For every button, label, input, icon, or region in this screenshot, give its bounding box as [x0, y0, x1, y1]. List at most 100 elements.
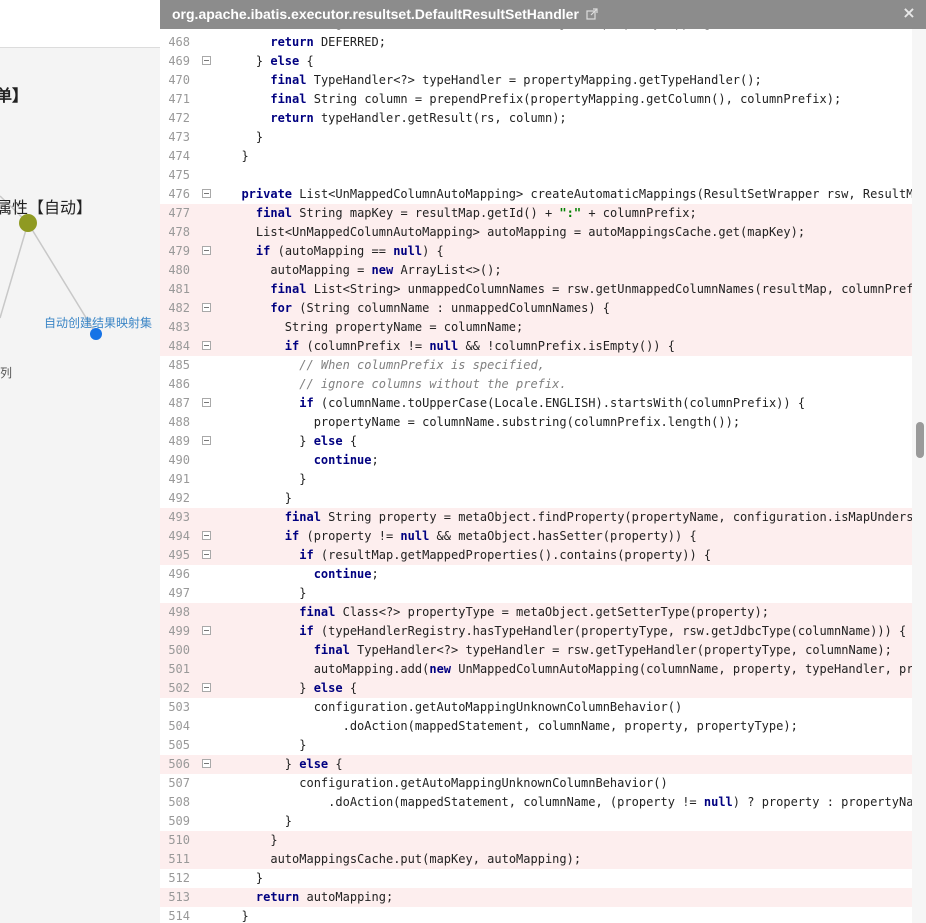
vertical-scrollbar[interactable] — [912, 29, 926, 923]
fold-toggle-icon[interactable] — [202, 550, 211, 559]
code-line[interactable]: 479 if (autoMapping == null) { — [160, 242, 912, 261]
code-line[interactable]: 510 } — [160, 831, 912, 850]
fold-toggle-icon[interactable] — [202, 626, 211, 635]
line-number: 506 — [168, 757, 190, 771]
fold-toggle-icon[interactable] — [202, 303, 211, 312]
code-line[interactable]: 494 if (property != null && metaObject.h… — [160, 527, 912, 546]
mindmap-connectors — [0, 195, 102, 340]
code-text: } else { — [227, 681, 358, 695]
mindmap-child-label[interactable]: 自动创建结果映射集 — [44, 314, 152, 331]
code-line[interactable]: 487 if (columnName.toUpperCase(Locale.EN… — [160, 394, 912, 413]
code-line[interactable]: 488 propertyName = columnName.substring(… — [160, 413, 912, 432]
code-line[interactable]: 503 configuration.getAutoMappingUnknownC… — [160, 698, 912, 717]
code-line[interactable]: 472 return typeHandler.getResult(rs, col… — [160, 109, 912, 128]
code-text: configuration.getAutoMappingUnknownColum… — [313, 700, 683, 714]
code-line[interactable]: 481 final List<String> unmappedColumnNam… — [160, 280, 926, 299]
line-number: 490 — [168, 453, 190, 467]
code-line[interactable]: 497 } — [160, 584, 912, 603]
line-number: 507 — [168, 776, 190, 790]
code-line[interactable]: 474 } — [160, 147, 912, 166]
code-line[interactable]: 514 } — [160, 907, 912, 923]
code-line[interactable]: 486 // ignore columns without the prefix… — [160, 375, 912, 394]
code-line[interactable]: 483 String propertyName = columnName; — [160, 318, 912, 337]
line-number: 505 — [168, 738, 190, 752]
code-line[interactable]: 495 if (resultMap.getMappedProperties().… — [160, 546, 912, 565]
code-text: return DEFERRED; — [270, 35, 386, 49]
line-number: 503 — [168, 700, 190, 714]
code-line[interactable]: 475 — [160, 166, 912, 185]
line-number: 512 — [168, 871, 190, 885]
code-line[interactable]: 496 continue; — [160, 565, 912, 584]
code-line[interactable]: 471 final String column = prependPrefix(… — [160, 90, 912, 109]
fold-toggle-icon[interactable] — [202, 189, 211, 198]
code-line[interactable]: 489 } else { — [160, 432, 912, 451]
line-number: 493 — [168, 510, 190, 524]
code-line[interactable]: 473 } — [160, 128, 912, 147]
code-text: if (typeHandlerRegistry.hasTypeHandler(p… — [299, 624, 907, 638]
mindmap-bottom-label[interactable]: 列 — [0, 364, 12, 381]
code-text: if (property != null && metaObject.hasSe… — [284, 529, 697, 543]
code-text: // ignore columns without the prefix. — [299, 377, 567, 391]
fold-toggle-icon[interactable] — [202, 683, 211, 692]
mindmap-top-label[interactable]: 单】 — [0, 82, 28, 106]
code-lines: 467 addPendingChildRelation(rs, metaResu… — [160, 29, 926, 923]
code-line[interactable]: 509 } — [160, 812, 912, 831]
code-text: } else { — [227, 54, 314, 68]
code-line[interactable]: 507 configuration.getAutoMappingUnknownC… — [160, 774, 912, 793]
code-text: if (resultMap.getMappedProperties().cont… — [299, 548, 712, 562]
code-line[interactable]: 469 } else { — [160, 52, 912, 71]
line-number: 489 — [168, 434, 190, 448]
code-text: continue; — [313, 567, 379, 581]
code-line[interactable]: 477 final String mapKey = resultMap.getI… — [160, 204, 912, 223]
code-line[interactable]: 505 } — [160, 736, 912, 755]
code-line[interactable]: 498 final Class<?> propertyType = metaOb… — [160, 603, 912, 622]
code-line[interactable]: 501 autoMapping.add(new UnMappedColumnAu… — [160, 660, 926, 679]
line-number: 508 — [168, 795, 190, 809]
code-line[interactable]: 491 } — [160, 470, 912, 489]
code-line[interactable]: 504 .doAction(mappedStatement, columnNam… — [160, 717, 912, 736]
code-viewer[interactable]: 467 addPendingChildRelation(rs, metaResu… — [160, 29, 926, 923]
code-text: .doAction(mappedStatement, columnName, (… — [227, 795, 926, 809]
external-link-icon[interactable] — [586, 8, 598, 20]
code-line[interactable]: 484 if (columnPrefix != null && !columnP… — [160, 337, 912, 356]
fold-toggle-icon[interactable] — [202, 341, 211, 350]
code-text: } — [227, 149, 249, 163]
line-number: 487 — [168, 396, 190, 410]
fold-toggle-icon[interactable] — [202, 56, 211, 65]
fold-toggle-icon[interactable] — [202, 246, 211, 255]
code-line[interactable]: 500 final TypeHandler<?> typeHandler = r… — [160, 641, 912, 660]
code-line[interactable]: 508 .doAction(mappedStatement, columnNam… — [160, 793, 926, 812]
code-line[interactable]: 492 } — [160, 489, 912, 508]
code-line[interactable]: 493 final String property = metaObject.f… — [160, 508, 926, 527]
fold-toggle-icon[interactable] — [202, 759, 211, 768]
line-number: 502 — [168, 681, 190, 695]
close-button[interactable]: × — [902, 3, 916, 23]
scrollbar-thumb[interactable] — [916, 422, 924, 458]
mindmap-canvas[interactable]: 单】 属性【自动】 自动创建结果映射集 列 — [0, 0, 160, 923]
code-text: // When columnPrefix is specified, — [299, 358, 545, 372]
line-number: 509 — [168, 814, 190, 828]
code-line[interactable]: 512 } — [160, 869, 912, 888]
fold-toggle-icon[interactable] — [202, 436, 211, 445]
code-line[interactable]: 468 return DEFERRED; — [160, 33, 912, 52]
code-line[interactable]: 478 List<UnMappedColumnAutoMapping> auto… — [160, 223, 912, 242]
fold-toggle-icon[interactable] — [202, 531, 211, 540]
popup-title-wrap: org.apache.ibatis.executor.resultset.Def… — [172, 6, 598, 22]
code-line[interactable]: 502 } else { — [160, 679, 912, 698]
popup-title-bar[interactable]: org.apache.ibatis.executor.resultset.Def… — [160, 0, 926, 29]
line-number: 482 — [168, 301, 190, 315]
code-line[interactable]: 511 autoMappingsCache.put(mapKey, autoMa… — [160, 850, 912, 869]
code-line[interactable]: 499 if (typeHandlerRegistry.hasTypeHandl… — [160, 622, 912, 641]
line-number: 479 — [168, 244, 190, 258]
code-line[interactable]: 480 autoMapping = new ArrayList<>(); — [160, 261, 912, 280]
code-line[interactable]: 476 private List<UnMappedColumnAutoMappi… — [160, 185, 926, 204]
code-line[interactable]: 485 // When columnPrefix is specified, — [160, 356, 912, 375]
mindmap-node-label[interactable]: 属性【自动】 — [0, 194, 92, 218]
code-line[interactable]: 482 for (String columnName : unmappedCol… — [160, 299, 912, 318]
code-line[interactable]: 470 final TypeHandler<?> typeHandler = p… — [160, 71, 912, 90]
code-line[interactable]: 490 continue; — [160, 451, 912, 470]
code-line[interactable]: 513 return autoMapping; — [160, 888, 912, 907]
fold-toggle-icon[interactable] — [202, 398, 211, 407]
code-line[interactable]: 506 } else { — [160, 755, 912, 774]
line-number: 480 — [168, 263, 190, 277]
